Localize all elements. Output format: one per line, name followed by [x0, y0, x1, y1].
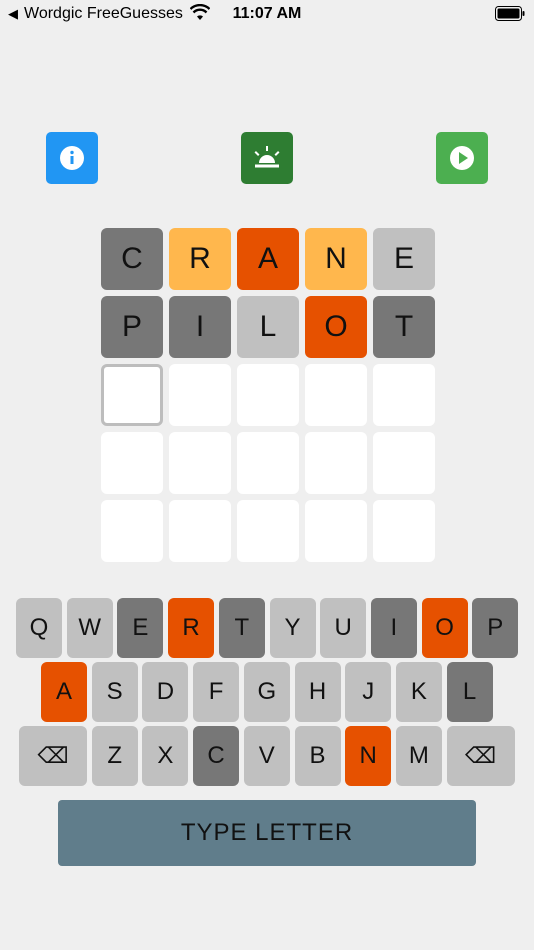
key-o[interactable]: O — [421, 598, 468, 658]
alarm-button[interactable] — [241, 132, 293, 184]
board-tile: T — [373, 296, 435, 358]
status-time: 11:07 AM — [232, 5, 302, 22]
key-q[interactable]: Q — [16, 598, 62, 658]
board-tile: R — [169, 228, 231, 290]
key-f[interactable]: F — [193, 662, 240, 722]
key-u[interactable]: U — [320, 598, 367, 658]
board-tile — [373, 500, 435, 562]
board-tile — [305, 500, 367, 562]
key-k[interactable]: K — [395, 662, 442, 722]
board-tile — [101, 432, 163, 494]
key-p[interactable]: P — [472, 598, 519, 658]
board-tile — [237, 500, 299, 562]
info-button[interactable] — [46, 132, 98, 184]
board-tile — [169, 500, 231, 562]
key-e[interactable]: E — [117, 598, 164, 658]
key-x[interactable]: X — [142, 726, 189, 786]
key-d[interactable]: D — [142, 662, 189, 722]
key-n[interactable]: N — [345, 726, 392, 786]
key-i[interactable]: I — [370, 598, 417, 658]
board-tile — [305, 364, 367, 426]
play-button[interactable] — [436, 132, 488, 184]
key-r[interactable]: R — [168, 598, 215, 658]
key-y[interactable]: Y — [269, 598, 316, 658]
board-tile: O — [305, 296, 367, 358]
board-tile: P — [101, 296, 163, 358]
board-tile — [101, 364, 163, 426]
key-l[interactable]: L — [446, 662, 493, 722]
board-tile: E — [373, 228, 435, 290]
key-m[interactable]: M — [395, 726, 442, 786]
board-tile — [101, 500, 163, 562]
key-a[interactable]: A — [41, 662, 87, 722]
board-tile — [237, 432, 299, 494]
board-tile: L — [237, 296, 299, 358]
info-icon — [60, 146, 84, 170]
board-tile: C — [101, 228, 163, 290]
status-bar: ◀ Wordgic FreeGuesses 11:07 AM — [0, 0, 534, 28]
board-tile — [169, 432, 231, 494]
board-tile: A — [237, 228, 299, 290]
board-tile — [237, 364, 299, 426]
key-h[interactable]: H — [294, 662, 341, 722]
type-letter-button[interactable]: TYPE LETTER — [58, 800, 476, 866]
key-t[interactable]: T — [218, 598, 265, 658]
board-tile — [373, 364, 435, 426]
key-j[interactable]: J — [345, 662, 392, 722]
key-z[interactable]: Z — [91, 726, 138, 786]
board-tile — [169, 364, 231, 426]
key-b[interactable]: B — [294, 726, 341, 786]
backspace-key[interactable]: ⌫ — [19, 726, 87, 786]
key-s[interactable]: S — [91, 662, 138, 722]
board-tile — [305, 432, 367, 494]
board-tile — [373, 432, 435, 494]
play-icon — [450, 146, 474, 170]
board-tile: N — [305, 228, 367, 290]
battery-icon — [495, 6, 525, 21]
backspace-key[interactable]: ⌫ — [446, 726, 515, 786]
key-v[interactable]: V — [243, 726, 290, 786]
key-g[interactable]: G — [243, 662, 290, 722]
alarm-light-icon — [254, 146, 280, 168]
board-tile: I — [169, 296, 231, 358]
key-w[interactable]: W — [66, 598, 113, 658]
key-c[interactable]: C — [193, 726, 240, 786]
